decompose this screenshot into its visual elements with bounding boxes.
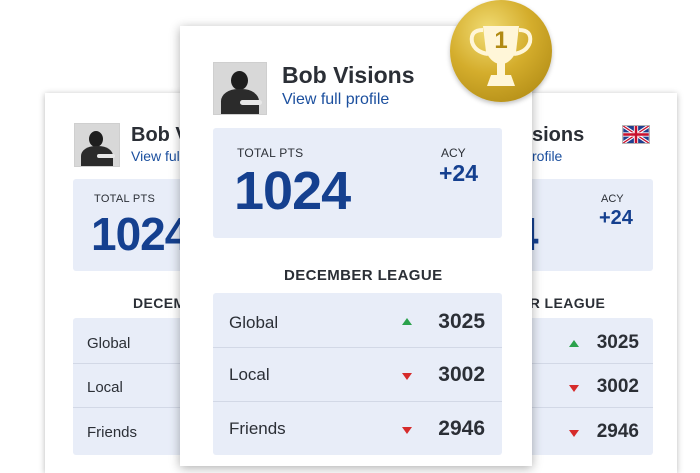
trend-down-icon xyxy=(402,427,412,434)
trend-up-icon xyxy=(569,340,579,347)
back-row-value: 2946 xyxy=(596,421,639,442)
league-title: DECEMBER LEAGUE xyxy=(284,267,443,284)
back-row-value: 3002 xyxy=(596,376,639,397)
back-row-label: Friends xyxy=(87,424,138,441)
gold-medal: 1 xyxy=(450,0,552,102)
acy-value: +24 xyxy=(439,160,479,186)
profile-name: Bob Visions xyxy=(282,62,415,88)
avatar-head-shape xyxy=(89,131,103,147)
trend-down-icon xyxy=(402,373,412,380)
back-acy-value: +24 xyxy=(599,207,633,229)
row-value: 2946 xyxy=(438,417,485,440)
total-pts-label: TOTAL PTS xyxy=(237,146,304,160)
back-row-label: Local xyxy=(87,379,123,396)
back-row-label: Global xyxy=(87,335,131,352)
row-label: Local xyxy=(229,365,270,384)
back-league-title: DECEM xyxy=(133,295,186,311)
avatar-arm-shape xyxy=(97,154,115,158)
trend-down-icon xyxy=(569,430,579,437)
total-pts-value: 1024 xyxy=(234,161,351,221)
row-value: 3002 xyxy=(438,363,485,386)
back-view-profile-link-right[interactable]: rofile xyxy=(532,148,562,164)
avatar-head-shape xyxy=(231,71,248,90)
row-value: 3025 xyxy=(438,310,485,333)
points-panel: TOTAL PTS 1024 ACY +24 xyxy=(213,128,502,238)
avatar[interactable] xyxy=(213,62,267,115)
avatar-arm-shape xyxy=(240,100,262,105)
acy-label: ACY xyxy=(441,146,466,160)
league-row-friends[interactable]: Friends 2946 xyxy=(213,401,502,455)
league-row-local[interactable]: Local 3002 xyxy=(213,347,502,402)
back-acy-label: ACY xyxy=(601,193,624,205)
uk-flag-icon xyxy=(622,125,650,144)
back-view-profile-link[interactable]: View ful xyxy=(131,148,180,164)
back-total-pts-label: TOTAL PTS xyxy=(94,193,156,205)
league-table: Global 3025 Local 3002 Friends 2946 xyxy=(213,293,502,455)
back-profile-name-right: sions xyxy=(532,124,585,146)
trend-up-icon xyxy=(402,318,412,325)
view-profile-link[interactable]: View full profile xyxy=(282,91,389,109)
back-row-value: 3025 xyxy=(596,332,639,353)
back-total-pts-value: 1024 xyxy=(91,208,190,260)
trend-down-icon xyxy=(569,385,579,392)
row-label: Global xyxy=(229,313,279,332)
league-row-global[interactable]: Global 3025 xyxy=(213,293,502,348)
back-avatar[interactable] xyxy=(74,123,120,167)
row-label: Friends xyxy=(229,419,286,438)
back-league-title-right: ER LEAGUE xyxy=(520,295,606,311)
medal-rank: 1 xyxy=(494,27,508,54)
